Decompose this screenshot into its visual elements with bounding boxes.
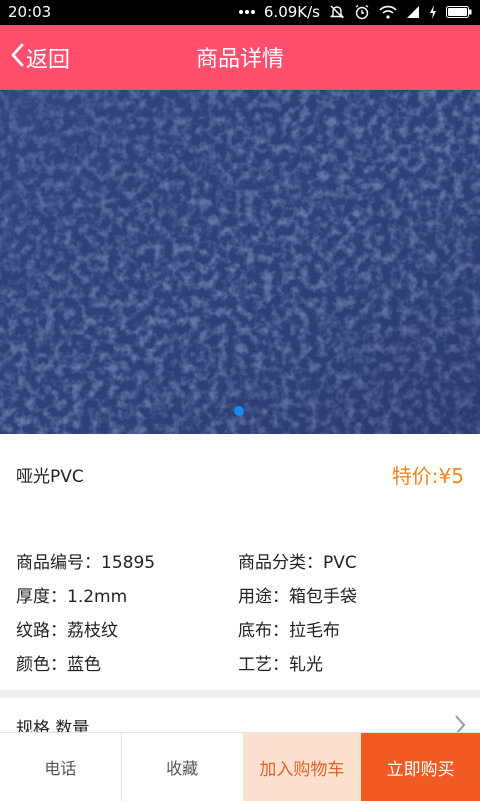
status-time: 20:03 <box>8 3 52 21</box>
signal-icon <box>406 5 420 19</box>
mute-icon <box>329 4 345 20</box>
status-icons: 6.09K/s <box>238 3 472 21</box>
spec-item-category: 商品分类：PVC <box>238 553 357 573</box>
add-to-cart-button[interactable]: 加入购物车 <box>242 733 362 801</box>
spec-item-id: 商品编号：15895 <box>16 553 156 573</box>
status-bar: 20:03 6.09K/s <box>0 0 480 25</box>
page-title: 商品详情 <box>195 47 284 72</box>
network-speed: 6.09K/s <box>263 3 320 21</box>
product-price: 特价:¥5 <box>391 464 464 488</box>
product-name: 哑光PVC <box>16 467 84 487</box>
alarm-icon <box>354 4 370 20</box>
pager-dot-active[interactable] <box>234 406 244 416</box>
spec-item-thickness: 厚度：1.2mm <box>16 587 128 607</box>
app-header: 返回 商品详情 <box>0 25 480 90</box>
favorite-button[interactable]: 收藏 <box>121 733 243 801</box>
buy-now-button[interactable]: 立即购买 <box>361 733 480 801</box>
wifi-icon <box>379 5 397 19</box>
spec-item-color: 颜色：蓝色 <box>16 655 101 675</box>
bottom-action-bar: 电话 收藏 加入购物车 立即购买 <box>0 732 480 801</box>
section-divider <box>0 690 480 698</box>
spec-item-usage: 用途：箱包手袋 <box>238 587 357 607</box>
buy-now-label: 立即购买 <box>386 759 455 780</box>
spec-item-backing: 底布：拉毛布 <box>238 621 340 641</box>
charging-icon <box>429 5 437 19</box>
spec-item-process: 工艺：轧光 <box>238 655 323 675</box>
spec-item-texture: 纹路：荔枝纹 <box>16 621 118 641</box>
add-to-cart-label: 加入购物车 <box>259 759 345 780</box>
battery-icon <box>446 6 472 18</box>
dots-icon <box>238 9 255 15</box>
product-image[interactable] <box>0 90 480 434</box>
favorite-label: 收藏 <box>166 759 199 778</box>
phone-label: 电话 <box>44 759 77 778</box>
leather-texture-image <box>0 90 480 434</box>
phone-button[interactable]: 电话 <box>0 733 122 801</box>
